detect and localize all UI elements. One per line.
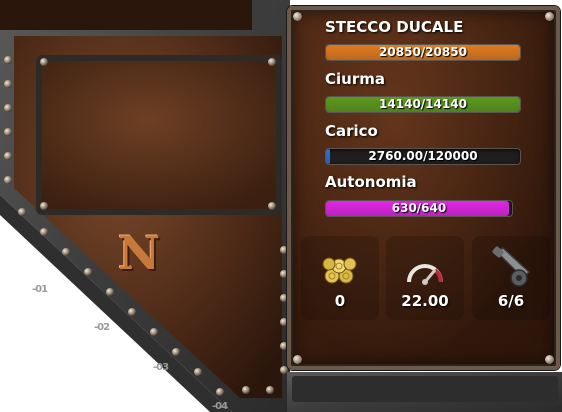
coord-marker: -03 bbox=[153, 362, 169, 373]
hull-value: 20850/20850 bbox=[379, 45, 467, 59]
coord-marker: -04 bbox=[212, 401, 228, 412]
ship-name: STECCO DUCALE bbox=[325, 18, 464, 36]
speed-value: 22.00 bbox=[401, 292, 449, 310]
cannon-icon bbox=[489, 246, 533, 293]
cargo-label: Carico bbox=[325, 122, 378, 140]
crew-value: 14140/14140 bbox=[379, 97, 467, 111]
compass-letter: N bbox=[118, 226, 160, 280]
rivet bbox=[545, 12, 554, 21]
crew-bar: 14140/14140 bbox=[325, 96, 521, 113]
autonomy-bar: 630/640 bbox=[325, 200, 513, 217]
gold-info[interactable]: 0 bbox=[301, 236, 379, 320]
compass-n-emblem: N bbox=[118, 226, 178, 282]
rivet bbox=[545, 355, 554, 364]
gold-coins-icon bbox=[320, 254, 360, 293]
rivet bbox=[293, 355, 302, 364]
autonomy-label: Autonomia bbox=[325, 173, 417, 191]
coord-marker: -02 bbox=[94, 322, 110, 333]
ship-stats-panel: STECCO DUCALE 20850/20850 Ciurma 14140/1… bbox=[287, 6, 560, 370]
autonomy-value: 630/640 bbox=[391, 201, 447, 215]
cargo-bar: 2760.00/120000 bbox=[325, 148, 521, 165]
speed-info[interactable]: 22.00 bbox=[386, 236, 464, 320]
cannons-value: 6/6 bbox=[497, 292, 525, 310]
cannons-info[interactable]: 6/6 bbox=[472, 236, 550, 320]
coord-marker: -01 bbox=[32, 284, 48, 295]
rivet bbox=[293, 12, 302, 21]
speedometer-icon bbox=[405, 256, 445, 291]
gold-value: 0 bbox=[334, 292, 346, 310]
crew-label: Ciurma bbox=[325, 70, 385, 88]
hull-bar: 20850/20850 bbox=[325, 44, 521, 61]
cargo-value: 2760.00/120000 bbox=[368, 149, 478, 163]
